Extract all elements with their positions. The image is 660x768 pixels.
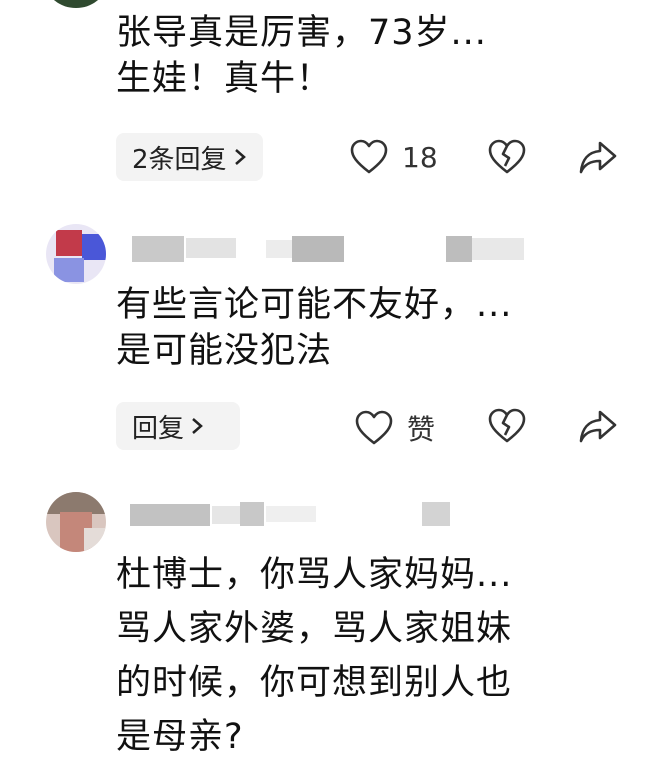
chevron-right-icon [190, 416, 204, 436]
comment-1-like-count: 18 [402, 140, 438, 174]
comment-2-share-button[interactable] [578, 408, 618, 448]
comment-2-reply-label: 回复 [132, 413, 185, 444]
comment-1-reply-button[interactable]: 2条回复 [116, 133, 263, 181]
broken-heart-icon [488, 408, 526, 444]
comment-2-dislike-button[interactable] [488, 408, 526, 448]
comment-2-line-2: 是可能没犯法 [116, 331, 333, 371]
comment-3-line-3: 的时候，你可想到别人也 [116, 663, 513, 703]
comment-1-line-2: 生娃！真牛！ [116, 59, 333, 99]
comment-2-like-button[interactable]: 赞 [355, 408, 435, 448]
share-arrow-icon [578, 139, 618, 175]
comment-2-line-1: 有些言论可能不友好，... [116, 285, 513, 325]
username-blurred[interactable] [116, 496, 466, 532]
comment-3-line-4: 是母亲? [116, 717, 244, 757]
comment-2-like-label: 赞 [407, 413, 436, 446]
comment-1-reply-label: 2条回复 [132, 144, 227, 175]
share-arrow-icon [578, 408, 618, 444]
heart-icon [350, 139, 388, 175]
chevron-right-icon [233, 147, 247, 167]
comment-2-reply-button[interactable]: 回复 [116, 402, 240, 450]
comment-2-text: 有些言论可能不友好，... 是可能没犯法 [116, 282, 616, 374]
heart-icon [355, 410, 393, 446]
avatar[interactable] [46, 224, 106, 284]
comment-1-dislike-button[interactable] [488, 139, 526, 179]
comment-3-text: 杜博士，你骂人家妈妈... 骂人家外婆，骂人家姐妹 的时候，你可想到别人也 是母… [116, 548, 616, 764]
comment-3-line-2: 骂人家外婆，骂人家姐妹 [116, 609, 513, 649]
comment-1-text: 张导真是厉害，73岁... 生娃！真牛！ [116, 10, 616, 102]
avatar[interactable] [46, 492, 106, 552]
comment-1-line-1: 张导真是厉害，73岁... [116, 13, 487, 53]
comment-1-share-button[interactable] [578, 139, 618, 179]
username-blurred[interactable] [116, 228, 566, 268]
broken-heart-icon [488, 139, 526, 175]
comment-3-line-1: 杜博士，你骂人家妈妈... [116, 555, 513, 595]
avatar-top-partial[interactable] [46, 0, 106, 8]
comment-1-like-button[interactable]: 18 [350, 139, 438, 175]
